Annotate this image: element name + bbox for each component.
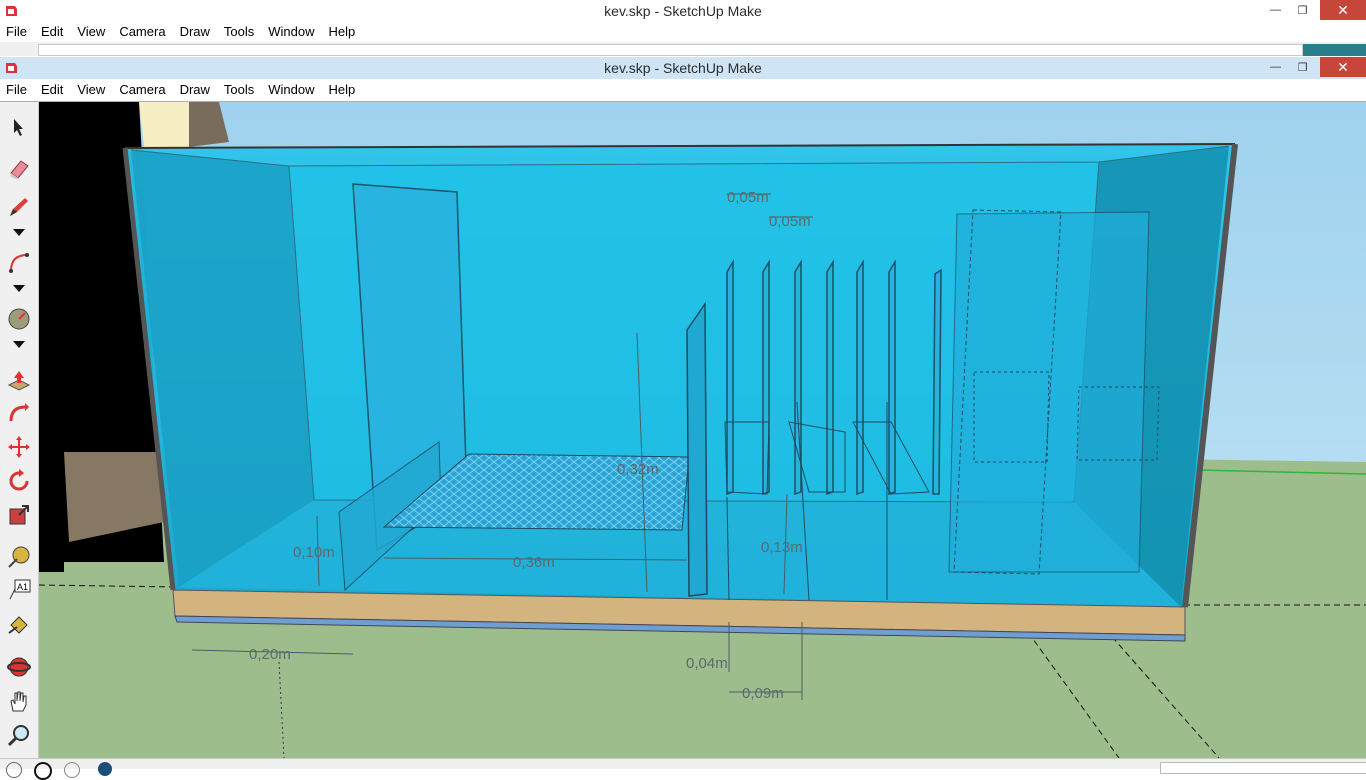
- status-bar: [0, 758, 1366, 780]
- menu-camera[interactable]: Camera: [112, 80, 172, 100]
- rotate-icon[interactable]: [6, 468, 32, 494]
- help-icon[interactable]: [98, 762, 112, 776]
- menu-tools[interactable]: Tools: [217, 80, 261, 100]
- paint-bucket-icon[interactable]: [6, 612, 32, 638]
- menu-file[interactable]: File: [0, 22, 34, 42]
- front-window-menubar: File Edit View Camera Draw Tools Window …: [0, 80, 1366, 100]
- menu-file[interactable]: File: [0, 80, 34, 100]
- pencil-icon[interactable]: [6, 194, 32, 220]
- dimension-label: 0,09m: [742, 685, 784, 702]
- move-icon[interactable]: [6, 434, 32, 460]
- window-title: kev.skp - SketchUp Make: [604, 3, 762, 19]
- dimension-label: 0,13m: [761, 539, 803, 556]
- menu-window[interactable]: Window: [261, 22, 321, 42]
- dimension-label: 0,04m: [686, 655, 728, 672]
- aquarium-sump-model: 0,05m 0,05m 0,32m 0,10m 0,36m 0,13m 0,20…: [39, 102, 1366, 758]
- back-window-titlebar: kev.skp - SketchUp Make — ❐ ✕: [0, 0, 1366, 22]
- menu-view[interactable]: View: [70, 80, 112, 100]
- menu-draw[interactable]: Draw: [173, 22, 217, 42]
- right-chamber: [948, 211, 1150, 573]
- restore-button[interactable]: ❐: [1289, 57, 1316, 77]
- dimension-label: 0,20m: [249, 646, 291, 663]
- menu-edit[interactable]: Edit: [34, 80, 70, 100]
- menu-window[interactable]: Window: [261, 80, 321, 100]
- close-button[interactable]: ✕: [1320, 0, 1366, 20]
- dimension-label: 0,05m: [727, 189, 769, 206]
- menu-edit[interactable]: Edit: [34, 22, 70, 42]
- dropdown-arrow-icon[interactable]: [6, 226, 32, 240]
- credits-icon[interactable]: [34, 762, 52, 780]
- follow-me-icon[interactable]: [6, 400, 32, 426]
- dimension-label: 0,05m: [769, 213, 811, 230]
- menu-draw[interactable]: Draw: [173, 80, 217, 100]
- menu-help[interactable]: Help: [322, 22, 363, 42]
- menu-view[interactable]: View: [70, 22, 112, 42]
- scale-icon[interactable]: [6, 502, 32, 528]
- svg-text:A1: A1: [17, 582, 28, 592]
- front-window-titlebar: kev.skp - SketchUp Make — ❐ ✕: [0, 57, 1366, 79]
- tool-palette: A1: [0, 102, 39, 758]
- dropdown-arrow-icon[interactable]: [6, 338, 32, 352]
- push-pull-icon[interactable]: [6, 368, 32, 394]
- menu-camera[interactable]: Camera: [112, 22, 172, 42]
- menu-tools[interactable]: Tools: [217, 22, 261, 42]
- dimension-label: 0,32m: [617, 461, 659, 478]
- orbit-icon[interactable]: [6, 654, 32, 680]
- measurements-box[interactable]: [1160, 762, 1366, 774]
- close-button[interactable]: ✕: [1320, 57, 1366, 77]
- model-viewport[interactable]: 0,05m 0,05m 0,32m 0,10m 0,36m 0,13m 0,20…: [39, 102, 1366, 758]
- protractor-icon[interactable]: [6, 306, 32, 332]
- minimize-button[interactable]: —: [1262, 0, 1289, 20]
- menu-help[interactable]: Help: [322, 80, 363, 100]
- geolocation-icon[interactable]: [6, 762, 22, 778]
- window-title: kev.skp - SketchUp Make: [604, 60, 762, 76]
- restore-button[interactable]: ❐: [1289, 0, 1316, 20]
- user-icon[interactable]: [64, 762, 80, 778]
- minimize-button[interactable]: —: [1262, 57, 1289, 77]
- text-icon[interactable]: A1: [6, 576, 32, 602]
- eraser-icon[interactable]: [6, 156, 32, 182]
- back-window-toolbar: [0, 42, 1366, 56]
- zoom-icon[interactable]: [6, 722, 32, 748]
- select-tool-icon[interactable]: [6, 114, 32, 140]
- arc-icon[interactable]: [6, 250, 32, 276]
- tape-measure-icon[interactable]: [6, 544, 32, 570]
- dimension-label: 0,10m: [293, 544, 335, 561]
- dimension-label: 0,36m: [513, 554, 555, 571]
- pan-hand-icon[interactable]: [6, 688, 32, 714]
- back-window-menubar: File Edit View Camera Draw Tools Window …: [0, 22, 1366, 42]
- dropdown-arrow-icon[interactable]: [6, 282, 32, 296]
